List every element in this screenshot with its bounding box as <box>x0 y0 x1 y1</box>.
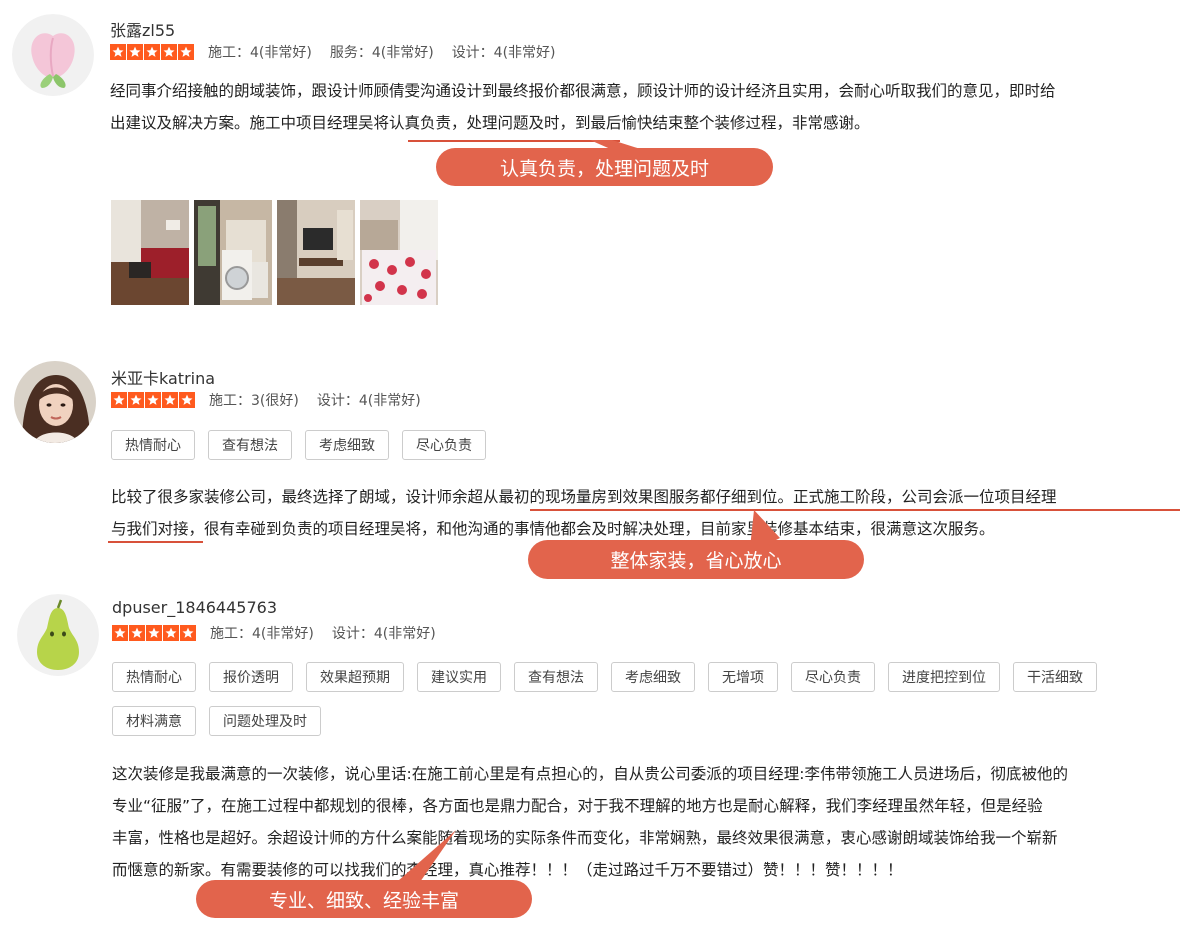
star-icon <box>129 625 145 641</box>
review-text-line: 这次装修是我最满意的一次装修，说心里话:在施工前心里是有点担心的，自从贵公司委派… <box>112 765 1068 783</box>
highlight-callout: 专业、细致、经验丰富 <box>196 880 532 918</box>
tag[interactable]: 建议实用 <box>417 662 501 692</box>
score-construction: 施工：4(非常好) <box>208 45 312 61</box>
review-text-line: 专业“征服”了，在施工过程中都规划的很棒，各方面也是鼎力配合，对于我不理解的地方… <box>112 797 1043 815</box>
star-icon <box>179 392 195 408</box>
bedroom-photo[interactable] <box>360 200 438 305</box>
tag[interactable]: 尽心负责 <box>402 430 486 460</box>
review-text: 经同事介绍接触的朗域装饰，跟设计师顾倩雯沟通设计到最终报价都很满意，顾设计师的设… <box>110 75 1190 139</box>
star-icon <box>178 44 194 60</box>
tag[interactable]: 考虑细致 <box>305 430 389 460</box>
highlight-callout: 整体家装，省心放心 <box>528 540 864 579</box>
tag[interactable]: 查有想法 <box>208 430 292 460</box>
tag[interactable]: 效果超预期 <box>306 662 404 692</box>
score-construction: 施工：3(很好) <box>209 393 299 409</box>
tag[interactable]: 尽心负责 <box>791 662 875 692</box>
avatar-pear[interactable] <box>17 594 99 676</box>
star-icon <box>112 625 128 641</box>
star-icon <box>180 625 196 641</box>
tag[interactable]: 无增项 <box>708 662 778 692</box>
highlight-underline <box>530 509 1180 511</box>
avatar-user-photo[interactable] <box>14 361 96 443</box>
username[interactable]: 米亚卡katrina <box>111 365 215 389</box>
tag-list: 热情耐心 报价透明 效果超预期 建议实用 查有想法 考虑细致 无增项 尽心负责 … <box>112 662 1192 736</box>
tag[interactable]: 报价透明 <box>209 662 293 692</box>
review-text-line: 经同事介绍接触的朗域装饰，跟设计师顾倩雯沟通设计到最终报价都很满意，顾设计师的设… <box>110 82 1056 100</box>
tag[interactable]: 热情耐心 <box>112 662 196 692</box>
username[interactable]: 张露zl55 <box>110 17 175 41</box>
tag[interactable]: 热情耐心 <box>111 430 195 460</box>
star-icon <box>144 44 160 60</box>
score-design: 设计：4(非常好) <box>451 45 556 61</box>
username[interactable]: dpuser_1846445763 <box>112 598 277 617</box>
balcony-washer-photo[interactable] <box>194 200 272 305</box>
highlight-underline <box>408 140 620 142</box>
star-rating <box>112 625 196 641</box>
score-service: 服务：4(非常好) <box>329 45 434 61</box>
review-text-line: 出建议及解决方案。施工中项目经理吴将认真负责，处理问题及时，到最后愉快结束整个装… <box>110 114 870 132</box>
score-design: 设计：4(非常好) <box>316 393 421 409</box>
review-text: 这次装修是我最满意的一次装修，说心里话:在施工前心里是有点担心的，自从贵公司委派… <box>112 758 1192 886</box>
star-icon <box>146 625 162 641</box>
rating-line: 施工：4(非常好) 服务：4(非常好) 设计：4(非常好) <box>110 42 574 62</box>
living-room-photo[interactable] <box>111 200 189 305</box>
tv-wall-photo[interactable] <box>277 200 355 305</box>
tag[interactable]: 进度把控到位 <box>888 662 1000 692</box>
avatar-peach[interactable] <box>12 14 94 96</box>
star-rating <box>111 392 195 408</box>
score-construction: 施工：4(非常好) <box>210 626 314 642</box>
tag[interactable]: 材料满意 <box>112 706 196 736</box>
star-icon <box>127 44 143 60</box>
tag[interactable]: 问题处理及时 <box>209 706 321 736</box>
photo-gallery <box>111 200 438 305</box>
star-icon <box>111 392 127 408</box>
score-design: 设计：4(非常好) <box>331 626 436 642</box>
rating-line: 施工：4(非常好) 设计：4(非常好) <box>112 623 454 643</box>
tag[interactable]: 干活细致 <box>1013 662 1097 692</box>
star-icon <box>145 392 161 408</box>
star-icon <box>110 44 126 60</box>
star-icon <box>162 392 178 408</box>
star-rating <box>110 44 194 60</box>
highlight-underline <box>108 541 203 543</box>
star-icon <box>163 625 179 641</box>
star-icon <box>161 44 177 60</box>
star-icon <box>128 392 144 408</box>
tag[interactable]: 考虑细致 <box>611 662 695 692</box>
review-text-line: 丰富，性格也是超好。余超设计师的方什么案能随着现场的实际条件而变化，非常娴熟，最… <box>112 829 1058 847</box>
review-text: 比较了很多家装修公司，最终选择了朗域，设计师余超从最初的现场量房到效果图服务都仔… <box>111 481 1191 545</box>
tag[interactable]: 查有想法 <box>514 662 598 692</box>
rating-line: 施工：3(很好) 设计：4(非常好) <box>111 390 439 410</box>
highlight-callout: 认真负责，处理问题及时 <box>436 148 773 186</box>
tag-list: 热情耐心 查有想法 考虑细致 尽心负责 <box>111 430 1181 460</box>
